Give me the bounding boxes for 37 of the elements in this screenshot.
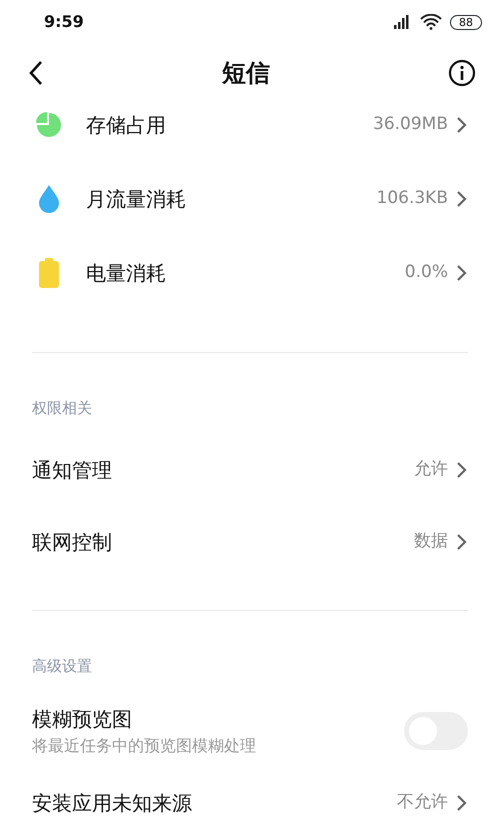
chevron-icon bbox=[456, 116, 468, 134]
list-row[interactable]: 存储占用 36.09MB bbox=[0, 88, 500, 162]
row-subtitle: 将最近任务中的预览图模糊处理 bbox=[32, 735, 257, 757]
back-icon[interactable] bbox=[28, 60, 44, 86]
row-label: 存储占用 bbox=[86, 112, 167, 139]
list-row[interactable]: 电量消耗 0.0% bbox=[0, 236, 500, 310]
list-row[interactable]: 安装应用未知来源 不允许 bbox=[32, 771, 468, 832]
battery-icon bbox=[38, 258, 60, 288]
section-title: 权限相关 bbox=[32, 398, 93, 419]
page-title: 短信 bbox=[222, 58, 270, 89]
status-time: 9:59 bbox=[44, 11, 84, 33]
battery-level: 88 bbox=[450, 14, 482, 30]
pie-chart-icon bbox=[36, 112, 62, 138]
row-label: 电量消耗 bbox=[86, 260, 167, 287]
row-label: 通知管理 bbox=[32, 456, 113, 484]
wifi-icon bbox=[420, 14, 442, 30]
row-value: 数据 bbox=[414, 530, 448, 553]
row-label: 联网控制 bbox=[32, 528, 113, 556]
row-label: 安装应用未知来源 bbox=[32, 790, 193, 817]
row-value: 106.3KB bbox=[376, 187, 448, 210]
row-label: 月流量消耗 bbox=[86, 186, 187, 213]
chevron-icon bbox=[456, 460, 468, 478]
list-row[interactable]: 通知管理 允许 bbox=[32, 434, 468, 506]
row-value: 不允许 bbox=[397, 791, 448, 814]
row-value: 36.09MB bbox=[373, 113, 448, 136]
info-icon[interactable] bbox=[448, 59, 476, 87]
water-drop-icon bbox=[37, 184, 61, 214]
chevron-icon bbox=[456, 532, 468, 550]
section-title: 高级设置 bbox=[32, 656, 93, 676]
chevron-icon bbox=[456, 794, 468, 812]
list-row[interactable]: 联网控制 数据 bbox=[32, 506, 468, 578]
chevron-icon bbox=[456, 190, 468, 208]
row-value: 0.0% bbox=[404, 261, 448, 284]
list-row[interactable]: 月流量消耗 106.3KB bbox=[0, 162, 500, 236]
row-label: 模糊预览图 bbox=[32, 706, 133, 733]
row-value: 允许 bbox=[414, 458, 448, 481]
chevron-icon bbox=[456, 264, 468, 282]
